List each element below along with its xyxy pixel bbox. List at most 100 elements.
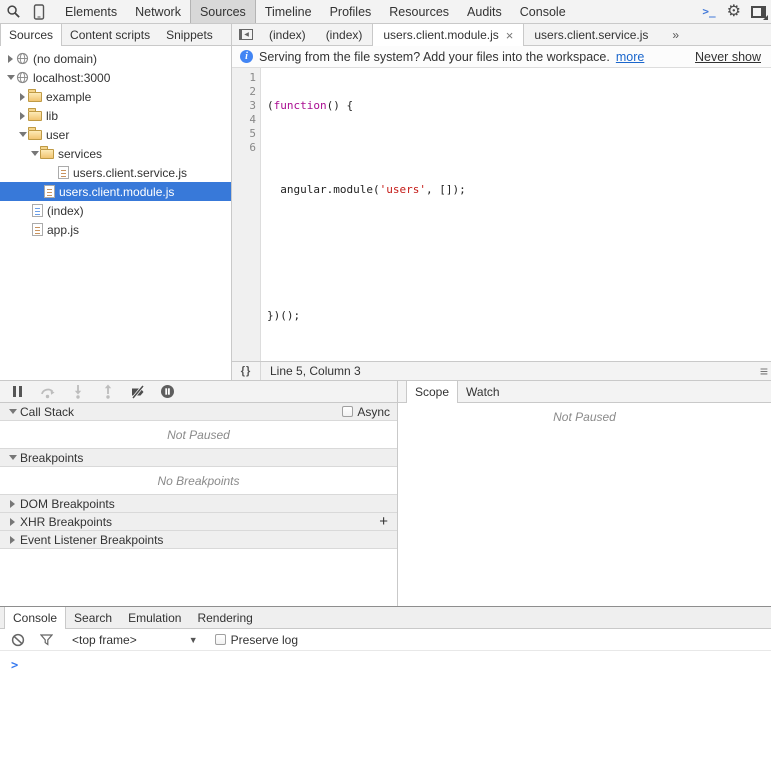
disclosure-arrow-icon: [7, 409, 18, 414]
devtools-window: Elements Network Sources Timeline Profil…: [0, 0, 771, 763]
navigator-tab-snippets[interactable]: Snippets: [158, 24, 221, 45]
tree-item-no-domain[interactable]: (no domain): [0, 49, 231, 68]
tab-timeline[interactable]: Timeline: [256, 0, 321, 23]
editor-tab-index-2[interactable]: (index): [316, 24, 373, 45]
async-checkbox[interactable]: [342, 406, 354, 417]
tree-item-localhost[interactable]: localhost:3000: [0, 68, 231, 87]
code-line[interactable]: })();: [267, 309, 466, 323]
editor-tab-users-client-service-js[interactable]: users.client.service.js: [524, 24, 658, 45]
clear-console-icon[interactable]: [10, 632, 26, 648]
disclosure-arrow-icon[interactable]: [5, 54, 16, 63]
file-tree: (no domain) localhost:3000 example lib u…: [0, 46, 231, 380]
folder-icon: [28, 89, 42, 102]
navigator-collapse-icon[interactable]: ◀: [232, 24, 259, 45]
frame-selector-value: <top frame>: [72, 632, 137, 647]
disclosure-arrow-icon[interactable]: [17, 92, 28, 101]
step-out-icon[interactable]: [99, 384, 116, 400]
preserve-log-label[interactable]: Preserve log: [231, 633, 298, 647]
tree-item-lib[interactable]: lib: [0, 106, 231, 125]
tree-item-users-client-module-js[interactable]: users.client.module.js: [0, 182, 231, 201]
preserve-log-checkbox[interactable]: [214, 634, 226, 645]
dock-side-icon[interactable]: [751, 5, 768, 20]
disclosure-arrow-icon[interactable]: [17, 111, 28, 120]
tab-audits[interactable]: Audits: [458, 0, 511, 23]
editor-tab-users-client-module-js[interactable]: users.client.module.js ×: [372, 24, 525, 46]
pause-script-icon[interactable]: [9, 384, 26, 400]
xhr-breakpoints-title: XHR Breakpoints: [20, 514, 113, 529]
line-number[interactable]: 1: [232, 71, 256, 85]
never-show-link[interactable]: Never show: [695, 50, 763, 64]
cursor-position: Line 5, Column 3: [270, 364, 361, 378]
drawer-tab-console[interactable]: Console: [4, 607, 67, 629]
close-tab-icon[interactable]: ×: [506, 29, 514, 42]
line-number[interactable]: 5: [232, 127, 256, 141]
tree-item-label: app.js: [47, 222, 80, 237]
filter-funnel-icon[interactable]: [38, 632, 54, 648]
code-line[interactable]: [267, 225, 466, 239]
step-over-icon[interactable]: [39, 384, 56, 400]
statusbar-menu-icon[interactable]: ≡: [760, 364, 771, 378]
device-mode-icon[interactable]: [26, 0, 52, 23]
call-stack-header[interactable]: Call Stack Async: [0, 403, 397, 421]
tab-resources[interactable]: Resources: [380, 0, 458, 23]
code-line[interactable]: [267, 141, 466, 155]
console-drawer-toggle-icon[interactable]: >_: [698, 5, 719, 18]
code-line[interactable]: (function() {: [267, 99, 466, 113]
tree-item-index[interactable]: (index): [0, 201, 231, 220]
disclosure-arrow-icon[interactable]: [29, 151, 40, 156]
main-toolbar: Elements Network Sources Timeline Profil…: [0, 0, 771, 24]
code-token: () {: [326, 99, 354, 112]
disclosure-arrow-icon[interactable]: [17, 132, 28, 137]
pause-on-exceptions-icon[interactable]: [159, 384, 176, 400]
tab-elements[interactable]: Elements: [56, 0, 126, 23]
editor-tab-label: users.client.module.js: [383, 28, 499, 42]
tab-console[interactable]: Console: [511, 0, 575, 23]
tab-profiles[interactable]: Profiles: [321, 0, 381, 23]
settings-gear-icon[interactable]: ⚙: [724, 3, 744, 20]
add-xhr-breakpoint-icon[interactable]: +: [379, 514, 390, 529]
tab-network[interactable]: Network: [126, 0, 190, 23]
tree-item-label: lib: [46, 108, 59, 123]
navigator-tab-sources[interactable]: Sources: [0, 24, 63, 46]
js-file-icon: [58, 166, 69, 179]
tab-sources[interactable]: Sources: [189, 0, 256, 23]
breakpoints-header[interactable]: Breakpoints: [0, 448, 397, 467]
tab-overflow-icon[interactable]: »: [672, 28, 679, 42]
navigator-tab-content-scripts[interactable]: Content scripts: [62, 24, 158, 45]
dom-breakpoints-header[interactable]: DOM Breakpoints: [0, 494, 397, 513]
console-output[interactable]: >: [0, 651, 771, 763]
xhr-breakpoints-header[interactable]: XHR Breakpoints +: [0, 513, 397, 531]
event-listener-breakpoints-header[interactable]: Event Listener Breakpoints: [0, 531, 397, 549]
console-prompt-icon[interactable]: >: [11, 658, 18, 672]
tree-item-services[interactable]: services: [0, 144, 231, 163]
drawer-tab-emulation[interactable]: Emulation: [120, 607, 189, 628]
deactivate-breakpoints-icon[interactable]: [129, 384, 146, 400]
chevron-down-icon: ▼: [188, 634, 198, 645]
tab-scope[interactable]: Scope: [406, 381, 459, 403]
scope-empty-message: Not Paused: [398, 403, 771, 430]
editor-tab-index-1[interactable]: (index): [259, 24, 316, 45]
search-icon[interactable]: [0, 0, 26, 23]
pretty-print-icon[interactable]: {}: [232, 362, 261, 380]
tree-item-example[interactable]: example: [0, 87, 231, 106]
code-line[interactable]: [267, 267, 466, 281]
drawer-tab-rendering[interactable]: Rendering: [189, 607, 260, 628]
console-toolbar: <top frame> ▼ Preserve log: [0, 629, 771, 651]
async-label[interactable]: Async: [357, 405, 390, 419]
line-number[interactable]: 2: [232, 85, 256, 99]
line-number[interactable]: 3: [232, 99, 256, 113]
line-number[interactable]: 6: [232, 141, 256, 155]
tree-item-app-js[interactable]: app.js: [0, 220, 231, 239]
more-link[interactable]: more: [616, 50, 644, 64]
disclosure-arrow-icon[interactable]: [5, 75, 16, 80]
drawer-tab-search[interactable]: Search: [66, 607, 120, 628]
code-token: })();: [267, 309, 301, 322]
tree-item-users-client-service-js[interactable]: users.client.service.js: [0, 163, 231, 182]
code-line[interactable]: angular.module('users', []);: [267, 183, 465, 197]
tree-item-user[interactable]: user: [0, 125, 231, 144]
step-into-icon[interactable]: [69, 384, 86, 400]
line-number[interactable]: 4: [232, 113, 256, 127]
frame-selector-dropdown[interactable]: <top frame> ▼: [72, 633, 198, 647]
tab-watch[interactable]: Watch: [458, 381, 508, 402]
debugger-toolbar: [0, 381, 397, 403]
